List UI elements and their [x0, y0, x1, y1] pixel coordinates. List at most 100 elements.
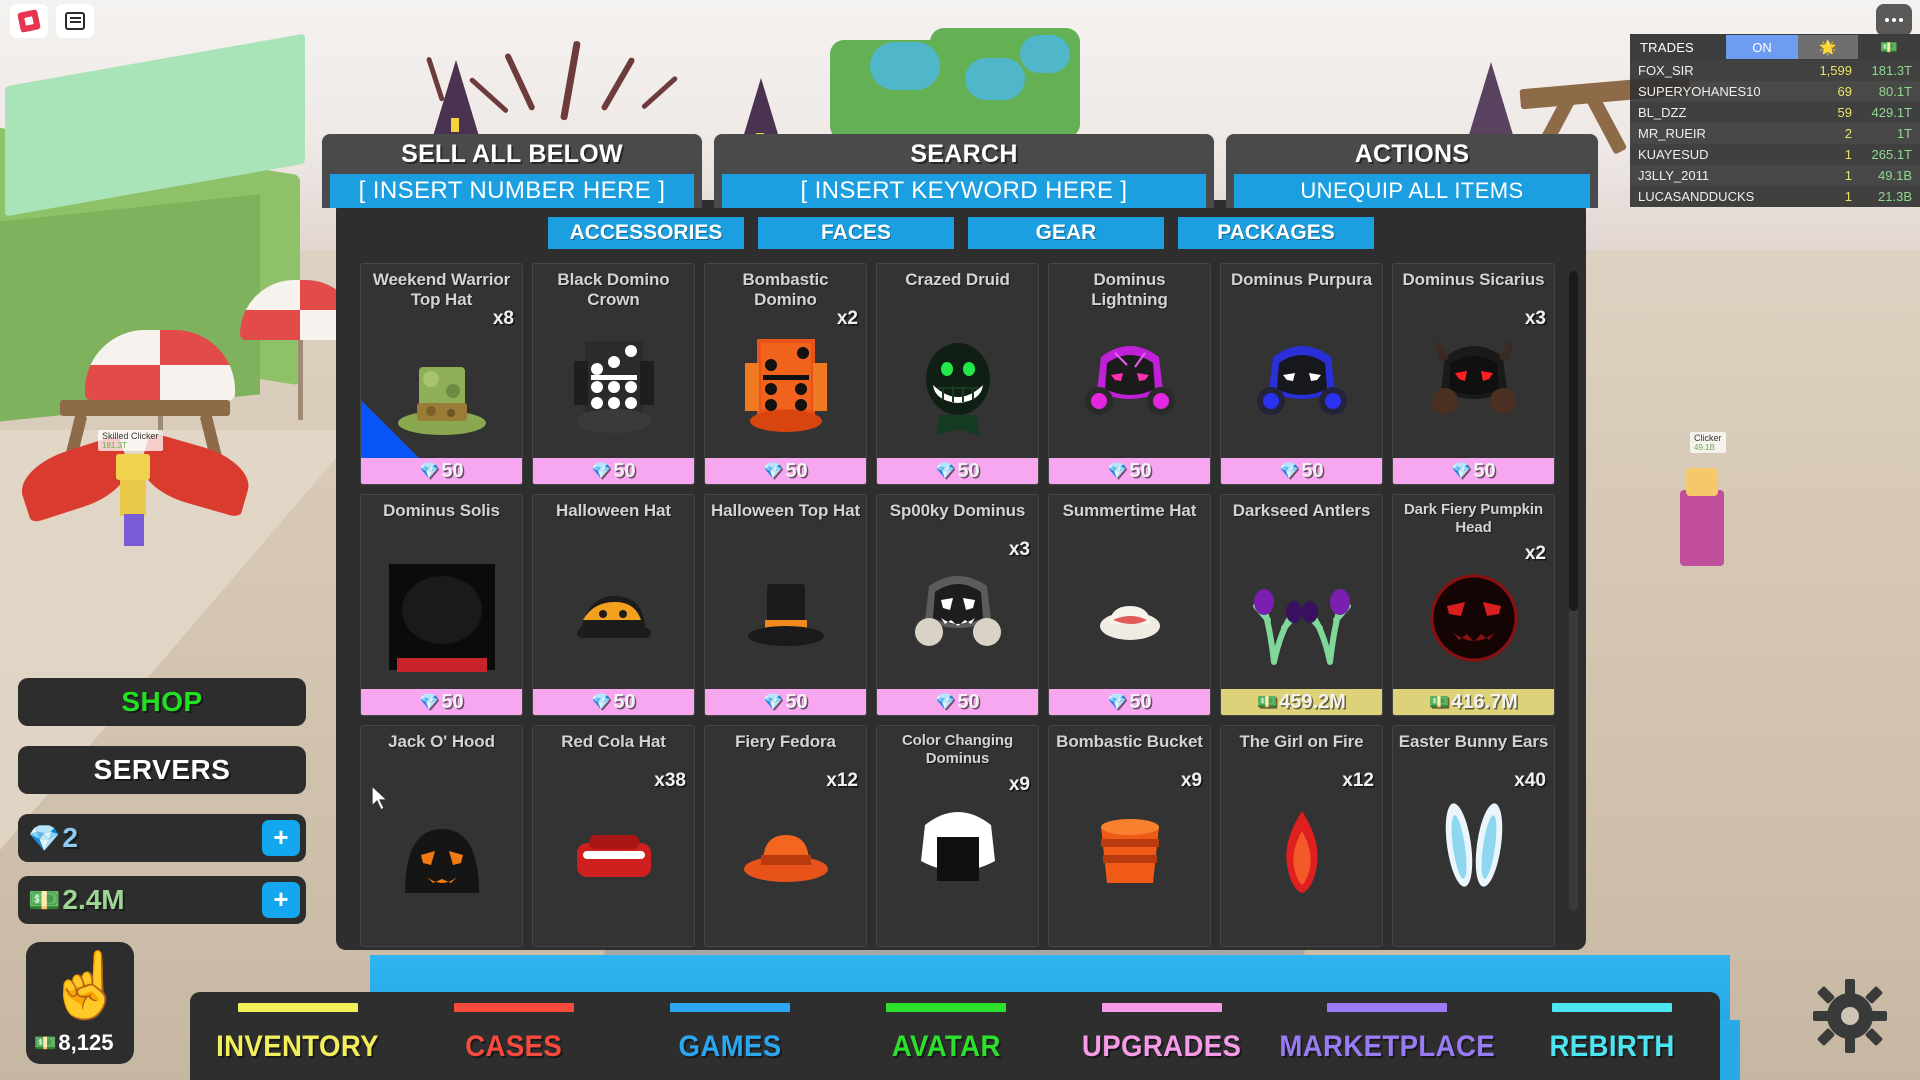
item-name: Weekend Warrior Top Hat	[372, 270, 511, 310]
inventory-item-card[interactable]: Summertime Hat 💎 50	[1048, 494, 1211, 716]
inventory-item-card[interactable]: Bombastic Bucket x9	[1048, 725, 1211, 947]
inventory-scrollbar[interactable]	[1569, 271, 1578, 911]
nav-cases[interactable]: CASES	[406, 1003, 622, 1080]
item-name: Summertime Hat	[1062, 501, 1197, 520]
nav-upgrades[interactable]: UPGRADES	[1054, 1003, 1270, 1080]
leaderboard-cash-value: 181.3T	[1871, 63, 1912, 78]
inventory-item-card[interactable]: Dark Fiery Pumpkin Head x2 💵 416.7M	[1392, 494, 1555, 716]
item-price-value: 50	[785, 459, 808, 482]
inventory-item-card[interactable]: Bombastic Domino x2 💎 50	[704, 263, 867, 485]
inventory-item-card[interactable]: Crazed Druid 💎 50	[876, 263, 1039, 485]
inventory-grid: Weekend Warrior Top Hat x8 💎 50 Black Domino…	[360, 263, 1562, 947]
inventory-item-card[interactable]: Easter Bunny Ears x40	[1392, 725, 1555, 947]
settings-gear-icon[interactable]	[1812, 978, 1888, 1054]
inventory-item-card[interactable]: Red Cola Hat x38	[532, 725, 695, 947]
unequip-all-items-button[interactable]: UNEQUIP ALL ITEMS	[1234, 174, 1590, 208]
cash-value: 2.4M	[62, 884, 125, 915]
sell-all-input[interactable]: [ INSERT NUMBER HERE ]	[330, 174, 694, 208]
nav-marketplace[interactable]: MARKETPLACE	[1270, 1003, 1504, 1080]
item-thumbnail	[1049, 316, 1210, 456]
gem-icon: 💎	[763, 694, 784, 711]
gem-icon: 💎	[935, 463, 956, 480]
nav-indicator-bar	[885, 1003, 1006, 1012]
leaderboard-player-name: LUCASANDDUCKS	[1638, 189, 1755, 204]
gems-value: 2	[62, 822, 78, 853]
nav-indicator-bar	[1101, 1003, 1222, 1012]
search-label: SEARCH	[910, 140, 1018, 168]
more-options-icon[interactable]	[1876, 4, 1912, 36]
gem-icon: 💎	[28, 823, 61, 853]
sun-icon: 🌟	[1798, 35, 1858, 59]
item-thumbnail	[877, 778, 1038, 918]
leaderboard-player-name: J3LLY_2011	[1638, 168, 1710, 183]
add-gems-button[interactable]: +	[262, 820, 300, 856]
leaderboard-row: MR_RUEIR 2 1T	[1630, 123, 1920, 144]
servers-button[interactable]: SERVERS	[18, 746, 306, 794]
inventory-controls: SELL ALL BELOW [ INSERT NUMBER HERE ] SE…	[322, 134, 1598, 208]
leaderboard-player-name: KUAYESUD	[1638, 147, 1709, 162]
inventory-item-card[interactable]: Darkseed Antlers 💵 459.2M	[1220, 494, 1383, 716]
roblox-logo-icon[interactable]	[10, 4, 48, 38]
item-price: 💵 416.7M	[1393, 689, 1554, 715]
cash-icon: 💵	[28, 885, 61, 915]
leaderboard-trades-value: 69	[1837, 84, 1852, 99]
leaderboard-row: KUAYESUD 1 265.1T	[1630, 144, 1920, 165]
item-name: Dominus Solis	[383, 501, 500, 520]
inventory-item-card[interactable]: Dominus Lightning 💎 50	[1048, 263, 1211, 485]
inventory-item-card[interactable]: Dominus Sicarius x3 💎 50	[1392, 263, 1555, 485]
inventory-item-card[interactable]: Black Domino Crown 💎 50	[532, 263, 695, 485]
item-price: 💎 50	[361, 689, 522, 715]
inventory-item-card[interactable]: Dominus Purpura 💎 50	[1220, 263, 1383, 485]
clicker-button[interactable]: ☝ 💵 8,125	[26, 942, 134, 1064]
sell-all-label: SELL ALL BELOW	[401, 140, 623, 168]
cash-icon: 💵	[1257, 694, 1278, 711]
tab-faces[interactable]: FACES	[758, 217, 954, 249]
item-price: 💎 50	[1393, 458, 1554, 484]
nav-inventory[interactable]: INVENTORY	[190, 1003, 406, 1080]
gem-icon: 💎	[1279, 463, 1300, 480]
nav-games[interactable]: GAMES	[622, 1003, 838, 1080]
actions-panel: ACTIONS UNEQUIP ALL ITEMS	[1226, 134, 1598, 208]
ice-bush	[870, 42, 940, 90]
inventory-item-card[interactable]: Halloween Top Hat 💎 50	[704, 494, 867, 716]
tab-accessories[interactable]: ACCESSORIES	[548, 217, 744, 249]
item-price: 💎 50	[1049, 458, 1210, 484]
inventory-item-card[interactable]: Dominus Solis 💎 50	[360, 494, 523, 716]
inventory-item-card[interactable]: The Girl on Fire x12	[1220, 725, 1383, 947]
nav-rebirth[interactable]: REBIRTH	[1504, 1003, 1720, 1080]
cash-icon: 💵	[1429, 694, 1450, 711]
inventory-item-card[interactable]: Color Changing Dominus x9	[876, 725, 1039, 947]
item-price-value: 416.7M	[1451, 690, 1518, 713]
inventory-grid-area: Weekend Warrior Top Hat x8 💎 50 Black Domino…	[336, 263, 1586, 947]
item-thumbnail	[533, 547, 694, 687]
ice-bush	[965, 58, 1025, 100]
npc-nametag: Clicker 49.1B	[1690, 432, 1726, 453]
inventory-item-card[interactable]: Weekend Warrior Top Hat x8 💎 50	[360, 263, 523, 485]
inventory-item-card[interactable]: Fiery Fedora x12	[704, 725, 867, 947]
shop-button[interactable]: SHOP	[18, 678, 306, 726]
item-name: Easter Bunny Ears	[1398, 732, 1549, 751]
leaderboard-player-name: BL_DZZ	[1638, 105, 1687, 120]
actions-label: ACTIONS	[1354, 140, 1470, 168]
item-price: 💵 459.2M	[1221, 689, 1382, 715]
game-screen: Skilled Clicker 181.3T Clicker 49.1B TRA…	[0, 0, 1920, 1080]
inventory-item-card[interactable]: Halloween Hat 💎 50	[532, 494, 695, 716]
inventory-item-card[interactable]: Jack O' Hood	[360, 725, 523, 947]
search-input[interactable]: [ INSERT KEYWORD HERE ]	[722, 174, 1206, 208]
item-thumbnail	[1393, 316, 1554, 456]
item-name: Halloween Hat	[556, 501, 671, 520]
tab-gear[interactable]: GEAR	[968, 217, 1164, 249]
add-cash-button[interactable]: +	[262, 882, 300, 918]
category-tabs: ACCESSORIES FACES GEAR PACKAGES	[336, 200, 1586, 263]
nav-indicator-bar	[453, 1003, 574, 1012]
nav-avatar[interactable]: AVATAR	[838, 1003, 1054, 1080]
cash-icon: 💵	[34, 1032, 57, 1053]
picnic-bench	[60, 400, 230, 416]
tab-packages[interactable]: PACKAGES	[1178, 217, 1374, 249]
item-thumbnail	[533, 316, 694, 456]
scrollbar-thumb[interactable]	[1569, 271, 1578, 611]
chat-icon[interactable]	[56, 4, 94, 38]
item-price-value: 50	[1301, 459, 1324, 482]
inventory-item-card[interactable]: Sp00ky Dominus x3 💎 50	[876, 494, 1039, 716]
trades-toggle[interactable]: ON	[1726, 35, 1798, 59]
